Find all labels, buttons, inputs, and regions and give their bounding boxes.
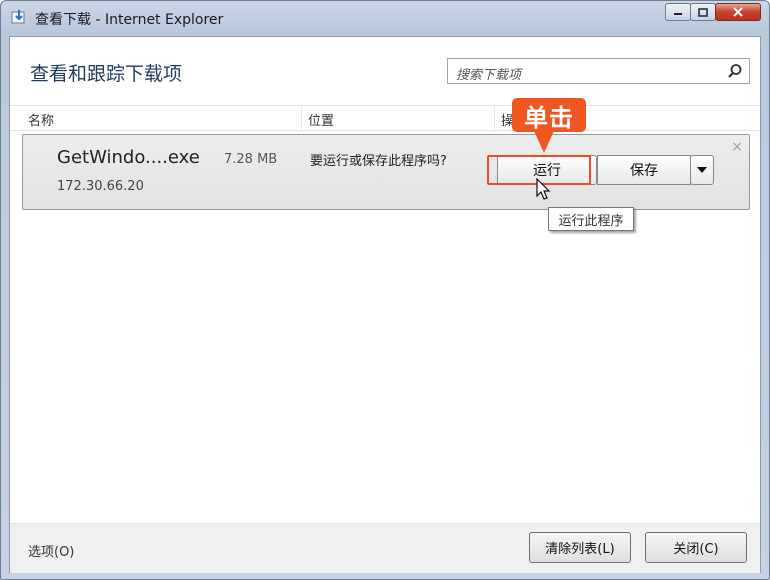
column-header-row: 名称 位置 操: [10, 105, 760, 131]
dismiss-button[interactable]: ×: [731, 139, 743, 155]
window-title: 查看下载 - Internet Explorer: [35, 12, 224, 28]
mouse-cursor-icon: [536, 178, 551, 200]
search-input[interactable]: 搜索下载项: [447, 58, 750, 84]
click-callout: 单击: [512, 98, 586, 132]
source-host: 172.30.66.20: [57, 179, 144, 194]
column-divider[interactable]: [301, 106, 302, 130]
caption-buttons: [665, 3, 761, 21]
main-panel: 查看和跟踪下载项 搜索下载项 名称 位置 操 GetWindo....exe 7…: [9, 36, 761, 573]
download-manager-window: 查看下载 - Internet Explorer 查看和跟踪下载项 搜索下载项 …: [0, 0, 770, 580]
run-or-save-prompt: 要运行或保存此程序吗?: [310, 154, 447, 169]
footer-bar: 选项(O) 清除列表(L) 关闭(C): [10, 523, 760, 573]
minimize-button[interactable]: [665, 3, 691, 21]
title-bar[interactable]: 查看下载 - Internet Explorer: [1, 1, 769, 35]
clear-list-button[interactable]: 清除列表(L): [529, 532, 631, 563]
download-item[interactable]: GetWindo....exe 7.28 MB 172.30.66.20 要运行…: [22, 134, 750, 210]
close-window-button[interactable]: [715, 3, 761, 21]
column-divider[interactable]: [494, 106, 495, 130]
column-header-name[interactable]: 名称: [28, 110, 54, 129]
close-icon: [733, 7, 743, 17]
tooltip: 运行此程序: [548, 207, 634, 231]
column-header-location[interactable]: 位置: [308, 110, 334, 129]
ie-download-icon: [11, 10, 25, 24]
options-link[interactable]: 选项(O): [28, 541, 74, 560]
close-button[interactable]: 关闭(C): [645, 532, 747, 563]
maximize-icon: [698, 7, 708, 17]
dropdown-arrow-icon: [697, 167, 707, 173]
save-button[interactable]: 保存: [597, 155, 691, 185]
save-options-button[interactable]: [690, 155, 714, 185]
search-icon[interactable]: [727, 63, 743, 79]
page-title: 查看和跟踪下载项: [30, 63, 183, 85]
maximize-button[interactable]: [690, 3, 716, 21]
search-placeholder: 搜索下载项: [456, 68, 522, 83]
callout-pointer: [534, 131, 554, 153]
file-size: 7.28 MB: [224, 152, 278, 167]
minimize-icon: [674, 13, 682, 15]
file-name: GetWindo....exe: [57, 147, 200, 168]
